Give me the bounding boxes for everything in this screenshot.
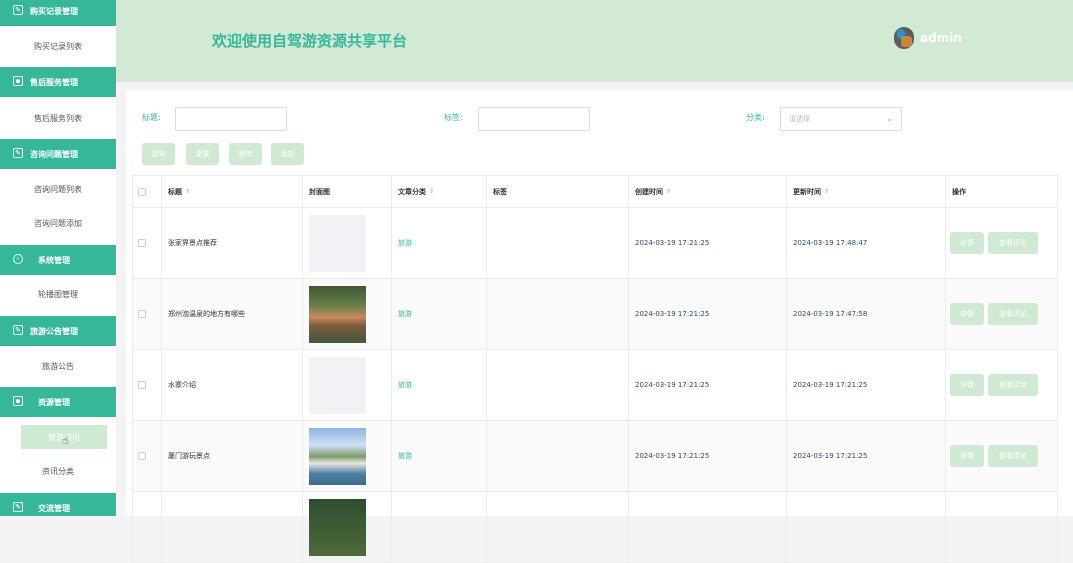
sidebar-item-consult-list[interactable]: 咨询问题列表: [0, 172, 116, 206]
edit-icon: ✎: [13, 5, 23, 15]
cover-image: [309, 499, 366, 556]
sidebar-item-announcement[interactable]: 旅游公告: [0, 349, 116, 383]
row-updated: 2024-03-19 17:47:58: [787, 279, 946, 349]
cover-image: [309, 356, 366, 414]
sort-icon: ⇕: [429, 188, 435, 195]
title-filter-input[interactable]: [175, 107, 287, 131]
cover-image: [309, 214, 366, 272]
sort-icon: ⇕: [185, 188, 191, 195]
table-row: 水寨介绍 旅游 2024-03-19 17:21:25 2024-03-19 1…: [133, 350, 1057, 421]
col-title[interactable]: 标题 ⇕: [162, 176, 303, 207]
view-comments-button[interactable]: 查看评论: [988, 445, 1038, 467]
sidebar-group-purchase[interactable]: ✎ 购买记录管理: [0, 0, 116, 26]
edit-icon: ✎: [13, 325, 23, 335]
mouse-cursor-icon: ☝: [62, 434, 69, 447]
sidebar-group-announcement[interactable]: ✎ 旅游公告管理: [0, 316, 116, 346]
detail-button[interactable]: 详情: [950, 303, 984, 325]
col-created[interactable]: 创建时间 ⇕: [629, 176, 787, 207]
row-category: 旅游: [392, 279, 487, 349]
detail-button[interactable]: 详情: [950, 445, 984, 467]
row-updated: 2024-03-19 17:48:47: [787, 208, 946, 278]
data-table: 标题 ⇕ 封面图 文章分类 ⇕ 标签 创建时间 ⇕ 更新时间 ⇕ 操作 张家界景点推荐 …: [132, 175, 1058, 563]
chevron-down-icon: ⌄: [886, 114, 893, 123]
delete-button[interactable]: 删除: [229, 143, 262, 165]
table-row: 张家界景点推荐 旅游 2024-03-19 17:21:25 2024-03-1…: [133, 208, 1057, 279]
row-category: 旅游: [392, 208, 487, 278]
sidebar-item-purchase-list[interactable]: 购买记录列表: [0, 29, 116, 63]
col-tags: 标签: [487, 176, 629, 207]
detail-button[interactable]: 详情: [950, 232, 984, 254]
sidebar-group-resources[interactable]: ▪ 资源管理: [0, 387, 116, 417]
avatar[interactable]: [894, 27, 914, 49]
row-created: 2024-03-19 17:21:25: [629, 421, 787, 491]
row-updated: 2024-03-19 17:21:25: [787, 421, 946, 491]
tag-filter-label: 标签:: [444, 113, 463, 122]
sidebar-item-travel-news[interactable]: 旅游资讯: [0, 420, 116, 454]
sidebar-group-consult[interactable]: ✎ 咨询问题管理: [0, 139, 116, 169]
title-filter-label: 标题:: [142, 113, 161, 122]
table-row: 郑州泡温泉的地方有哪些 旅游 2024-03-19 17:21:25 2024-…: [133, 279, 1057, 350]
tag-filter-input[interactable]: [478, 107, 590, 131]
sort-icon: ⇕: [824, 188, 830, 195]
row-checkbox[interactable]: [138, 381, 146, 389]
row-title: 厦门游玩景点: [162, 421, 303, 491]
col-category[interactable]: 文章分类 ⇕: [392, 176, 487, 207]
box-icon: ▪: [13, 396, 23, 406]
table-row: [133, 492, 1057, 563]
row-category: 旅游: [392, 421, 487, 491]
col-ops: 操作: [952, 187, 966, 196]
view-comments-button[interactable]: 查看评论: [988, 374, 1038, 396]
sidebar-item-carousel[interactable]: 轮播图管理: [0, 277, 116, 311]
row-title: 郑州泡温泉的地方有哪些: [162, 279, 303, 349]
row-checkbox[interactable]: [138, 452, 146, 460]
cover-image: [309, 427, 366, 485]
view-comments-button[interactable]: 查看评论: [988, 232, 1038, 254]
table-header: 标题 ⇕ 封面图 文章分类 ⇕ 标签 创建时间 ⇕ 更新时间 ⇕ 操作: [133, 175, 1057, 208]
select-all-checkbox[interactable]: [138, 187, 146, 196]
page-title: 欢迎使用自驾游资源共享平台: [212, 32, 408, 50]
row-category: 旅游: [392, 350, 487, 420]
row-tags: [487, 350, 629, 420]
row-created: 2024-03-19 17:21:25: [629, 279, 787, 349]
sidebar-item-consult-add[interactable]: 咨询问题添加: [0, 206, 116, 240]
edit-icon: ✎: [13, 148, 23, 158]
cover-image: [309, 285, 366, 343]
sidebar-group-exchange[interactable]: ✎ 交流管理: [0, 493, 116, 516]
row-updated: 2024-03-19 17:21:25: [787, 350, 946, 420]
row-created: 2024-03-19 17:21:25: [629, 208, 787, 278]
category-filter-label: 分类:: [746, 113, 765, 122]
sidebar: ✎ 购买记录管理 购买记录列表 ▪ 售后服务管理 售后服务列表 ✎ 咨询问题管理…: [0, 0, 116, 516]
row-created: 2024-03-19 17:21:25: [629, 350, 787, 420]
col-updated[interactable]: 更新时间 ⇕: [787, 176, 946, 207]
row-checkbox[interactable]: [138, 310, 146, 318]
edit-icon: ✎: [13, 502, 23, 512]
col-cover: 封面图: [303, 176, 392, 207]
username[interactable]: admin: [920, 31, 962, 45]
row-tags: [487, 208, 629, 278]
row-checkbox[interactable]: [138, 239, 146, 247]
sidebar-group-aftersale[interactable]: ▪ 售后服务管理: [0, 67, 116, 97]
view-comments-button[interactable]: 查看评论: [988, 303, 1038, 325]
sort-icon: ⇕: [666, 188, 672, 195]
add-button[interactable]: 添加: [271, 143, 304, 165]
list-panel: 标题: 标签: 分类: 请选择 ⌄ 查询 重置 删除 添加 标题 ⇕ 封面图 文章…: [126, 90, 1073, 563]
row-tags: [487, 279, 629, 349]
detail-button[interactable]: 详情: [950, 374, 984, 396]
row-title: 张家界景点推荐: [162, 208, 303, 278]
reset-button[interactable]: 重置: [186, 143, 219, 165]
query-button[interactable]: 查询: [142, 143, 175, 165]
gear-icon: ◦: [13, 254, 23, 264]
category-filter-select[interactable]: 请选择 ⌄: [780, 107, 902, 131]
sidebar-group-system[interactable]: ◦ 系统管理: [0, 245, 116, 275]
header: 欢迎使用自驾游资源共享平台 admin: [116, 0, 1073, 82]
table-row: 厦门游玩景点 旅游 2024-03-19 17:21:25 2024-03-19…: [133, 421, 1057, 492]
row-tags: [487, 421, 629, 491]
main-content: 标题: 标签: 分类: 请选择 ⌄ 查询 重置 删除 添加 标题 ⇕ 封面图 文章…: [116, 82, 1073, 563]
row-title: 水寨介绍: [162, 350, 303, 420]
box-icon: ▪: [13, 76, 23, 86]
sidebar-item-aftersale-list[interactable]: 售后服务列表: [0, 101, 116, 135]
sidebar-item-news-category[interactable]: 资讯分类: [0, 454, 116, 488]
